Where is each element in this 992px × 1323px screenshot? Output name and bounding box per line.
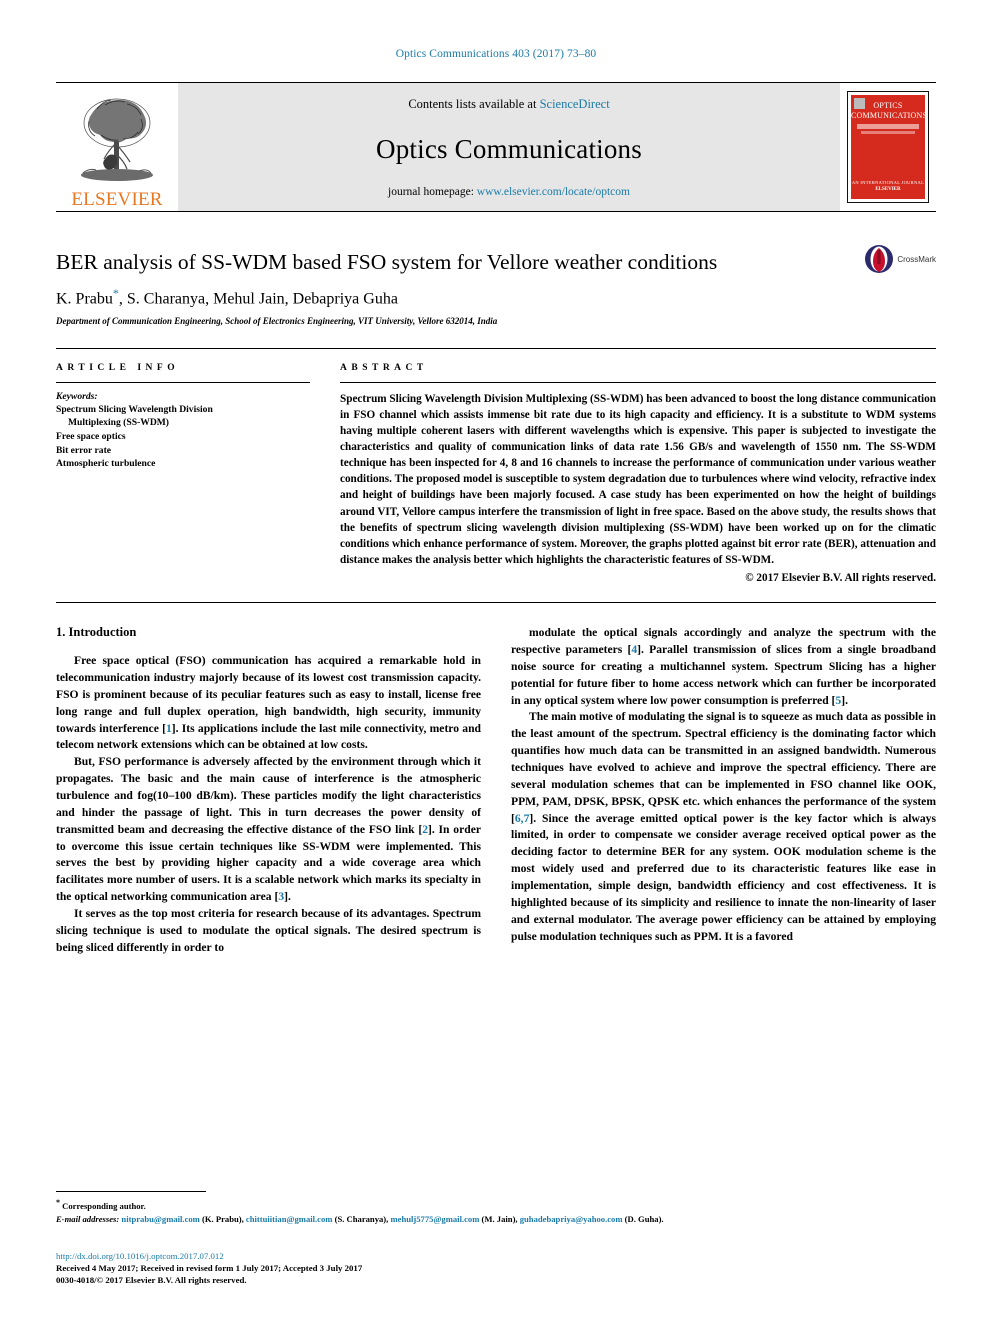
section-heading-introduction: 1. Introduction (56, 625, 137, 640)
email-link[interactable]: chittuiitian@gmail.com (246, 1214, 333, 1224)
contents-line: Contents lists available at ScienceDirec… (408, 97, 609, 112)
cover-decor-bar-2 (861, 131, 915, 134)
paragraph: modulate the optical signals accordingly… (511, 625, 936, 709)
body-region: 1. Introduction Free space optical (FSO)… (56, 625, 936, 956)
keyword-item: Spectrum Slicing Wavelength Division (56, 403, 213, 415)
email-list: nitprabu@gmail.com (K. Prabu), chittuiit… (121, 1214, 663, 1224)
email-owner: (S. Charanya), (332, 1213, 391, 1224)
email-owner: (M. Jain), (479, 1213, 520, 1224)
article-page: Optics Communications 403 (2017) 73–80 E… (0, 0, 992, 1323)
body-right-column: modulate the optical signals accordingly… (511, 625, 936, 956)
keyword-item: Atmospheric turbulence (56, 458, 156, 470)
paragraph: But, FSO performance is adversely affect… (56, 754, 481, 906)
abstract-heading: ABSTRACT (340, 362, 428, 373)
keywords-label: Keywords: (56, 390, 98, 402)
abstract-rule (340, 381, 936, 383)
keyword-item: Free space optics (56, 430, 126, 442)
email-addresses-line: E-mail addresses: nitprabu@gmail.com (K.… (56, 1213, 936, 1225)
email-link[interactable]: nitprabu@gmail.com (121, 1214, 199, 1224)
crossmark-badge[interactable]: CrossMark (864, 244, 936, 274)
elsevier-logo: ELSEVIER (56, 83, 178, 211)
article-info-rule (56, 381, 310, 383)
journal-cover-thumbnail: OPTICS COMMUNICATIONS AN INTERNATIONAL J… (840, 83, 936, 211)
paragraph-text: ]. (841, 693, 848, 707)
email-link[interactable]: guhadebapriya@yahoo.com (520, 1214, 623, 1224)
keyword-item: Bit error rate (56, 444, 112, 456)
body-left-column: 1. Introduction Free space optical (FSO)… (56, 625, 481, 956)
article-info-heading: ARTICLE INFO (56, 362, 180, 373)
paragraph: Free space optical (FSO) communication h… (56, 653, 481, 754)
paragraph: It serves as the top most criteria for r… (56, 906, 481, 957)
paragraph-text: ]. Since the average emitted optical pow… (511, 811, 936, 943)
cover-art: OPTICS COMMUNICATIONS AN INTERNATIONAL J… (851, 95, 928, 199)
page-title: BER analysis of SS-WDM based FSO system … (56, 250, 718, 274)
doi-link[interactable]: http://dx.doi.org/10.1016/j.optcom.2017.… (56, 1251, 936, 1261)
info-abstract-region: ARTICLE INFO Keywords: Spectrum Slicing … (56, 363, 936, 584)
cover-decor-bar (857, 124, 919, 129)
abstract-text: Spectrum Slicing Wavelength Division Mul… (340, 392, 936, 566)
elsevier-wordmark: ELSEVIER (71, 189, 163, 210)
divider-above-abstract (56, 347, 936, 349)
journal-title: Optics Communications (376, 133, 642, 164)
paragraph-text: ]. (284, 890, 291, 904)
received-dates: Received 4 May 2017; Received in revised… (56, 1263, 363, 1273)
crossmark-label: CrossMark (897, 254, 936, 264)
abstract-copyright: © 2017 Elsevier B.V. All rights reserved… (745, 572, 936, 585)
crossmark-icon (865, 245, 894, 273)
keyword-item: Multiplexing (SS-WDM) (68, 417, 170, 429)
paragraph-text: It serves as the top most criteria for r… (56, 906, 481, 954)
running-head: Optics Communications 403 (2017) 73–80 (395, 48, 597, 60)
footer-meta: http://dx.doi.org/10.1016/j.optcom.2017.… (56, 1251, 936, 1285)
author-others: , S. Charanya, Mehul Jain, Debapriya Guh… (118, 290, 398, 308)
email-link[interactable]: mehulj5775@gmail.com (390, 1214, 479, 1224)
article-info-column: ARTICLE INFO Keywords: Spectrum Slicing … (56, 363, 310, 584)
cover-title-line1: OPTICS (873, 101, 903, 110)
email-owner: (D. Guha). (622, 1213, 664, 1224)
author-corresponding: K. Prabu (56, 290, 113, 308)
cover-bottom-line1: AN INTERNATIONAL JOURNAL (851, 180, 925, 185)
divider-above-body (56, 602, 936, 604)
corresponding-author-note: * Corresponding author. (56, 1197, 936, 1212)
banner-center: Contents lists available at ScienceDirec… (178, 83, 840, 211)
elsevier-tree-icon (81, 98, 153, 181)
email-addresses-label: E-mail addresses: (56, 1213, 120, 1224)
sciencedirect-link[interactable]: ScienceDirect (540, 97, 610, 111)
author-list: K. Prabu*, S. Charanya, Mehul Jain, Deba… (56, 286, 856, 308)
abstract-column: ABSTRACT Spectrum Slicing Wavelength Div… (340, 363, 936, 584)
cover-title-line2: COMMUNICATIONS (851, 111, 928, 120)
paragraph-text: But, FSO performance is adversely affect… (56, 755, 481, 836)
title-block: BER analysis of SS-WDM based FSO system … (56, 245, 936, 326)
corresponding-author-text: Corresponding author. (62, 1201, 146, 1212)
footnote-star-marker: * (56, 1198, 60, 1208)
cover-frame: OPTICS COMMUNICATIONS AN INTERNATIONAL J… (847, 91, 929, 203)
footnote-block: * Corresponding author. E-mail addresses… (56, 1191, 936, 1225)
homepage-prefix: journal homepage: (388, 186, 477, 198)
affiliation: Department of Communication Engineering,… (56, 315, 498, 326)
cover-bottom-line2: ELSEVIER (875, 187, 901, 192)
homepage-line: journal homepage: www.elsevier.com/locat… (388, 186, 630, 198)
issn-copyright: 0030-4018/© 2017 Elsevier B.V. All right… (56, 1275, 247, 1285)
footnote-rule (56, 1191, 206, 1193)
citation-link[interactable]: 6,7 (515, 812, 530, 825)
journal-banner: ELSEVIER Contents lists available at Sci… (56, 82, 936, 212)
contents-prefix: Contents lists available at (408, 97, 540, 111)
paragraph-text: The main motive of modulating the signal… (511, 710, 936, 825)
email-owner: (K. Prabu), (199, 1213, 246, 1224)
paragraph: The main motive of modulating the signal… (511, 709, 936, 945)
journal-homepage-link[interactable]: www.elsevier.com/locate/optcom (477, 186, 630, 198)
